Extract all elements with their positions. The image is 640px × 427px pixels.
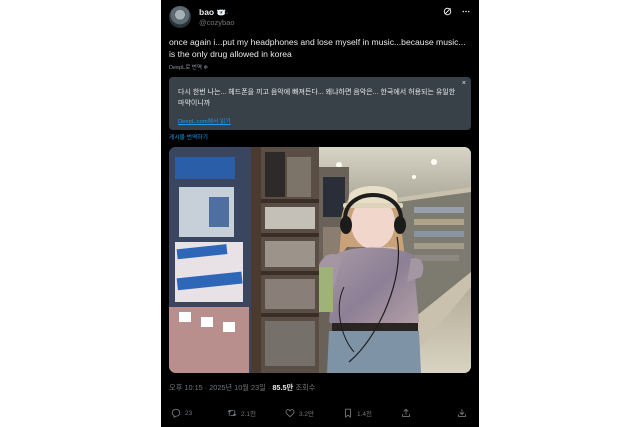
like-icon	[285, 409, 295, 418]
retweet-icon	[227, 409, 237, 417]
display-name[interactable]: bao 🐻‍❄️·	[199, 7, 228, 17]
retweet-count: 2.1천	[241, 411, 257, 418]
bookmark-button[interactable]: 1.4천	[343, 408, 372, 418]
reply-button[interactable]: 23	[171, 408, 192, 418]
timestamp[interactable]: 오후 10:15 · 2025년 10월 23일 ·	[169, 383, 270, 392]
display-name-text[interactable]: bao	[199, 7, 214, 17]
close-icon[interactable]: ×	[462, 80, 466, 87]
tweet-text: once again i...put my headphones and los…	[169, 37, 466, 59]
bookmark-count: 1.4천	[357, 411, 373, 418]
like-button[interactable]: 3.2만	[285, 408, 314, 418]
share-icon	[402, 408, 410, 418]
views-count: 85.5만	[272, 383, 294, 392]
tweet-meta: 오후 10:15 · 2025년 10월 23일 · 85.5만 조회수	[169, 383, 315, 393]
retweet-button[interactable]: 2.1천	[227, 408, 256, 418]
download-icon	[458, 409, 466, 418]
tweet-panel: bao 🐻‍❄️· @cozybao once again i...put my…	[161, 0, 479, 427]
tweet-photo[interactable]	[169, 147, 471, 373]
translated-by-label[interactable]: DeepL로 번역 ❄	[169, 63, 208, 71]
user-handle[interactable]: @cozybao	[199, 18, 235, 27]
translate-post-link[interactable]: 게시물 번역하기	[169, 132, 208, 141]
action-bar: 23 2.1천 3.2만 1.4천	[169, 408, 469, 422]
share-button[interactable]	[401, 408, 411, 418]
record-store-photo	[169, 147, 471, 373]
more-icon[interactable]	[461, 7, 471, 18]
avatar[interactable]	[169, 6, 191, 28]
deepl-link[interactable]: DeepL.com에서 읽기	[178, 116, 231, 125]
like-count: 3.2만	[299, 411, 315, 418]
reply-icon	[171, 408, 181, 418]
bookmark-icon	[345, 408, 351, 418]
tweet-header: bao 🐻‍❄️· @cozybao	[169, 5, 471, 31]
translation-text: 다시 한번 나는... 헤드폰을 끼고 음악에 빠져든다... 왜냐하면 음악은…	[178, 89, 456, 107]
translation-box: × 다시 한번 나는... 헤드폰을 끼고 음악에 빠져든다... 왜냐하면 음…	[169, 77, 471, 130]
name-emoji: 🐻‍❄️·	[216, 8, 229, 17]
grok-icon[interactable]	[443, 7, 452, 18]
reply-count: 23	[185, 409, 193, 417]
download-button[interactable]	[457, 408, 467, 418]
views-label: 조회수	[295, 383, 316, 392]
